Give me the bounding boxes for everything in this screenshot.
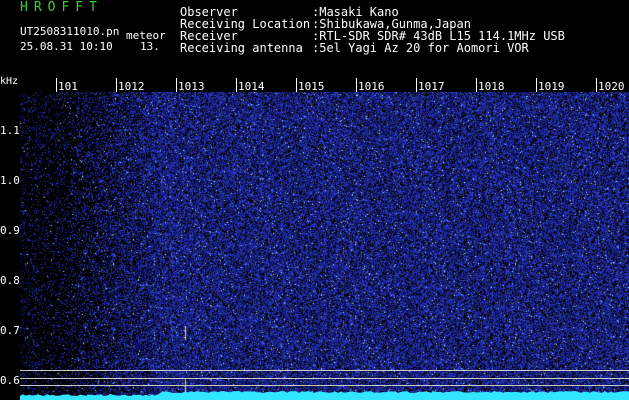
event-counter: 13.: [140, 40, 160, 53]
signal-level-trace: [20, 391, 629, 400]
y-tick-label: 0.9: [0, 224, 20, 237]
y-tick-label: 0.7: [0, 324, 20, 337]
marker-line: [20, 370, 629, 371]
antenna-value: :5el Yagi Az 20 for Aomori VOR: [312, 41, 529, 55]
antenna-label: Receiving antenna: [180, 41, 303, 55]
y-tick-label: 0.6: [0, 374, 20, 387]
timestamp: 25.08.31 10:10: [20, 40, 113, 53]
y-tick-label: 0.8: [0, 274, 20, 287]
app-title: HROFFT: [20, 0, 103, 15]
y-tick-label: 1.0: [0, 174, 20, 187]
hrofft-window: HROFFT UT2508311010.pn meteor 25.08.31 1…: [0, 0, 629, 400]
spectrogram-waterfall: [20, 92, 629, 400]
y-tick-label: 1.1: [0, 124, 20, 137]
marker-line: [20, 378, 629, 379]
file-name: UT2508311010.pn: [20, 25, 120, 38]
frequency-axis: 101 1012 1013 1014 1015 1016 1017 1018 1…: [0, 78, 629, 93]
